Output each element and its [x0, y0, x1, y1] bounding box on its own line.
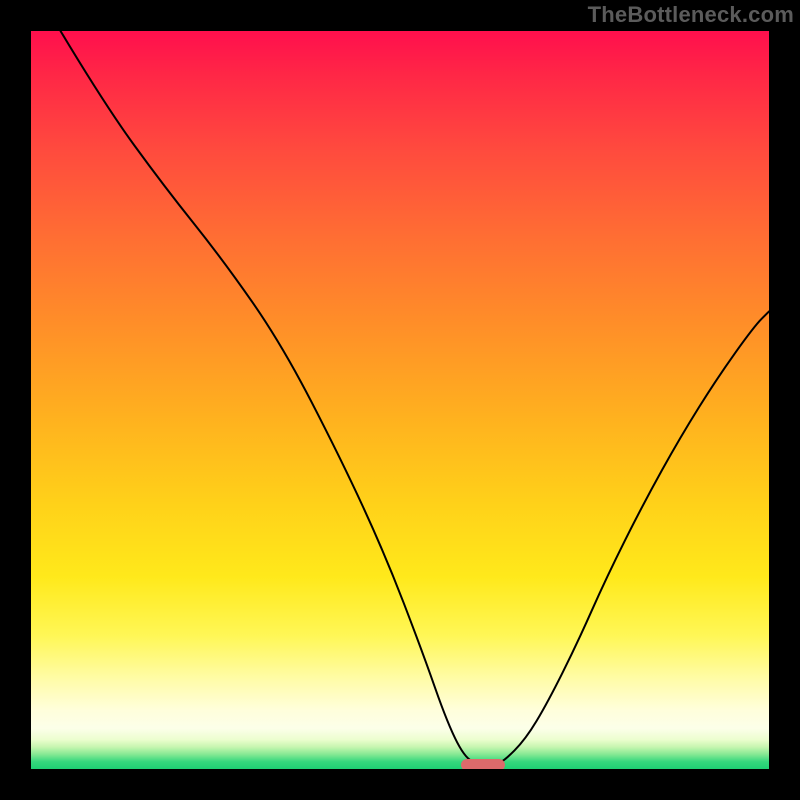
watermark-text: TheBottleneck.com — [588, 2, 794, 28]
plot-area — [31, 31, 769, 769]
bottleneck-curve — [61, 31, 769, 763]
curve-layer — [31, 31, 769, 769]
chart-stage: TheBottleneck.com — [0, 0, 800, 800]
optimal-marker — [461, 759, 505, 769]
